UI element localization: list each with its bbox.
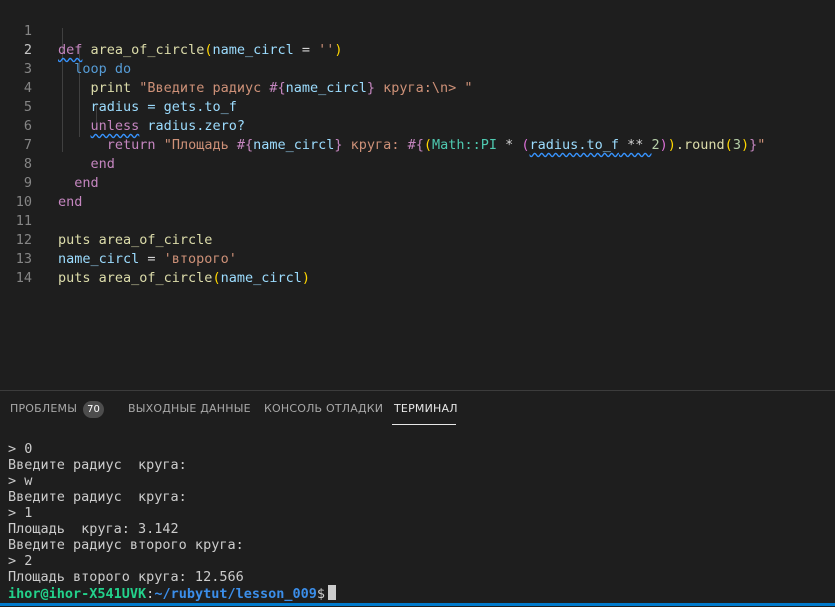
code-line-4: 4 radius = gets.to_f: [0, 60, 835, 115]
tab-terminal[interactable]: ТЕРМИНАЛ: [394, 402, 458, 415]
code-line-11: 11 puts area_of_circle: [0, 193, 835, 248]
code-line-10: 10: [0, 174, 835, 210]
problems-count-badge: 70: [83, 401, 104, 418]
tab-debug-console[interactable]: КОНСОЛЬ ОТЛАДКИ: [264, 402, 383, 415]
prompt-user-host: ihor@ihor-X541UVK: [8, 586, 147, 602]
terminal-line: Площадь круга: 3.142: [8, 521, 179, 537]
function-name: area_of_circle: [90, 270, 213, 286]
code-line-8: 8 end: [0, 136, 835, 191]
terminal-prompt[interactable]: ihor@ihor-X541UVK:~/rubytut/lesson_009$: [8, 585, 337, 602]
code-line-2: 2 loop do: [0, 22, 835, 77]
code-line-1: 1 def area_of_circle(name_circl = ''): [0, 3, 835, 58]
code-line-7: 7 end: [0, 117, 835, 172]
terminal-line: > 2: [8, 553, 33, 569]
variable: name_circl: [220, 270, 302, 286]
code-line-12: 12 name_circl = 'второго': [0, 212, 835, 267]
terminal-line: Введите радиус второго круга:: [8, 537, 244, 553]
terminal-line: > 0: [8, 441, 33, 457]
terminal-line: Введите радиус круга:: [8, 489, 187, 505]
terminal-line: > w: [8, 473, 33, 489]
bottom-panel: ПРОБЛЕМЫ 70 ВЫХОДНЫЕ ДАННЫЕ КОНСОЛЬ ОТЛА…: [0, 390, 835, 607]
tab-problems[interactable]: ПРОБЛЕМЫ: [10, 402, 77, 415]
bracket: (: [212, 270, 221, 286]
code-line-6: 6 return "Площадь #{name_circl} круга: #…: [0, 98, 835, 153]
terminal-cursor: [328, 585, 337, 600]
code-line-14: 14: [0, 250, 835, 286]
terminal-line: Площадь второго круга: 12.566: [8, 569, 244, 585]
code-line-5: 5 unless radius.zero?: [0, 79, 835, 134]
function-name: puts: [58, 270, 91, 286]
terminal-line: > 1: [8, 505, 33, 521]
code-line-9: 9 end: [0, 155, 835, 210]
bracket: ): [301, 270, 310, 286]
active-tab-indicator: [392, 424, 456, 425]
code-editor[interactable]: 1 def area_of_circle(name_circl = '') 2 …: [0, 0, 835, 390]
code-line-13: 13 puts area_of_circle(name_circl): [0, 231, 835, 286]
prompt-path: ~/rubytut/lesson_009: [154, 586, 317, 602]
prompt-symbol: $: [316, 586, 326, 602]
tab-output[interactable]: ВЫХОДНЫЕ ДАННЫЕ: [128, 402, 251, 415]
line-number: 14: [15, 270, 32, 286]
code-line-3: 3 print "Введите радиус #{name_circl} кр…: [0, 41, 835, 96]
panel-tabs: ПРОБЛЕМЫ 70 ВЫХОДНЫЕ ДАННЫЕ КОНСОЛЬ ОТЛА…: [0, 391, 835, 427]
terminal-line: Введите радиус круга:: [8, 457, 187, 473]
